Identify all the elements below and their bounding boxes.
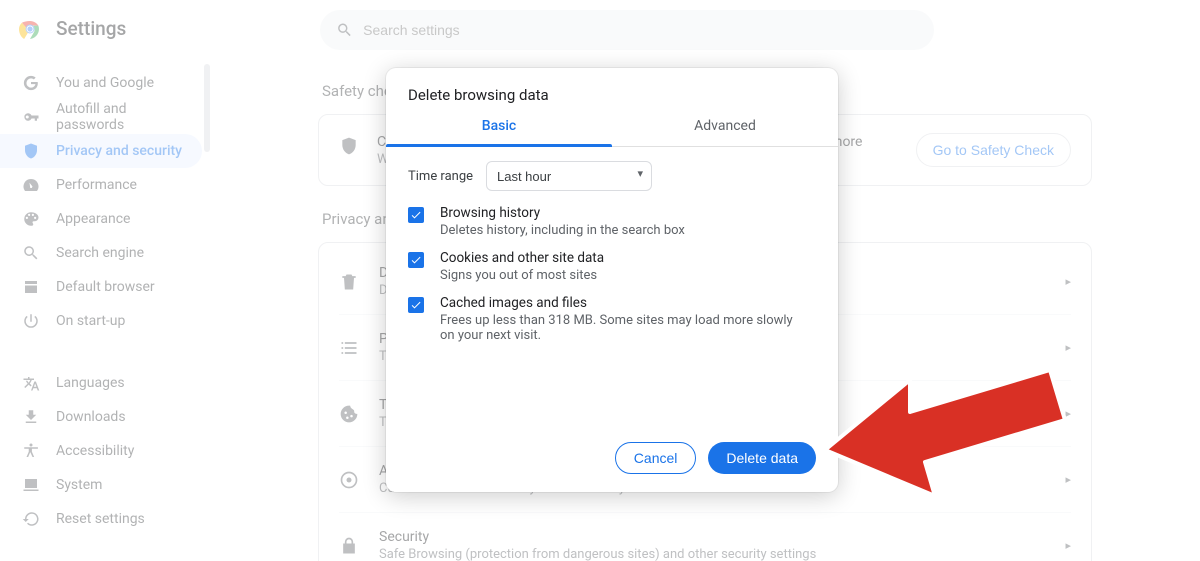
- option-title: Browsing history: [440, 205, 685, 221]
- time-range-label: Time range: [408, 169, 486, 184]
- check-icon: [410, 209, 422, 221]
- checkbox-cached[interactable]: [408, 297, 424, 313]
- check-icon: [410, 299, 422, 311]
- delete-browsing-data-dialog: Delete browsing data Basic Advanced Time…: [386, 68, 838, 492]
- option-cookies[interactable]: Cookies and other site data Signs you ou…: [408, 250, 816, 283]
- dialog-title: Delete browsing data: [386, 68, 838, 118]
- tab-advanced[interactable]: Advanced: [612, 118, 838, 146]
- check-icon: [410, 254, 422, 266]
- option-browsing-history[interactable]: Browsing history Deletes history, includ…: [408, 205, 816, 238]
- option-subtitle: Frees up less than 318 MB. Some sites ma…: [440, 313, 800, 343]
- option-subtitle: Deletes history, including in the search…: [440, 223, 685, 238]
- option-cached[interactable]: Cached images and files Frees up less th…: [408, 295, 816, 343]
- checkbox-cookies[interactable]: [408, 252, 424, 268]
- delete-data-button[interactable]: Delete data: [708, 442, 816, 474]
- option-title: Cookies and other site data: [440, 250, 604, 266]
- option-title: Cached images and files: [440, 295, 800, 311]
- checkbox-browsing-history[interactable]: [408, 207, 424, 223]
- option-subtitle: Signs you out of most sites: [440, 268, 604, 283]
- time-range-select[interactable]: Last hour: [486, 161, 652, 191]
- dialog-tabs: Basic Advanced: [386, 118, 838, 147]
- cancel-button[interactable]: Cancel: [615, 442, 697, 474]
- tab-basic[interactable]: Basic: [386, 118, 612, 146]
